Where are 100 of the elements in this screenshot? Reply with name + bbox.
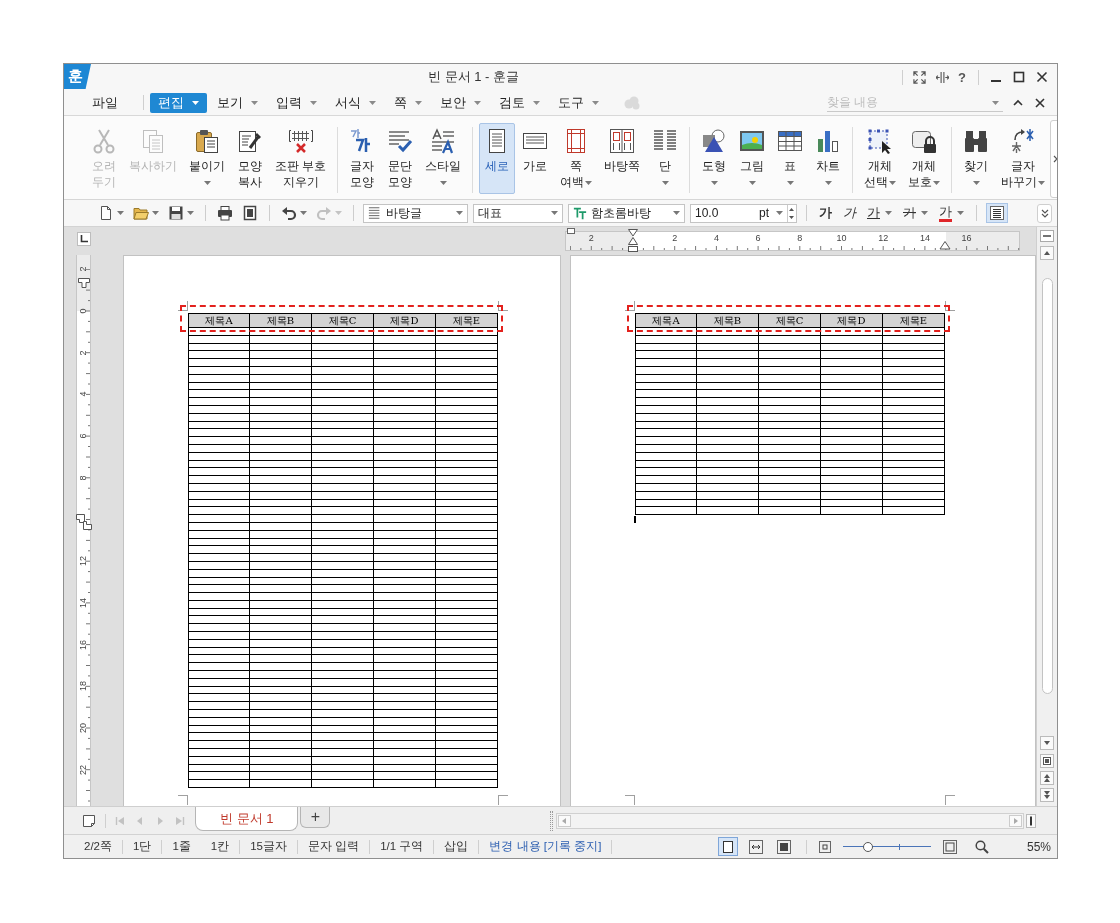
splitter-handle[interactable] <box>550 810 553 831</box>
crop-mark-icon <box>625 301 635 311</box>
paragraph-button[interactable] <box>986 203 1008 223</box>
status-text: 1줄 <box>171 838 192 854</box>
font-type-icon <box>573 206 587 220</box>
table-icon <box>777 128 804 154</box>
view-button[interactable] <box>717 837 738 856</box>
menu-tab[interactable]: 보기 <box>209 92 266 113</box>
split-bar-icon[interactable] <box>1026 813 1036 828</box>
menu-tab[interactable]: 도구 <box>550 92 607 113</box>
style-lines-icon <box>368 206 382 220</box>
indent-marker-icon[interactable] <box>627 229 639 253</box>
page-pen-icon <box>237 128 263 154</box>
font-color-button[interactable]: 가 <box>936 203 967 223</box>
ribbon-button[interactable]: 조판 부호 지우기 <box>270 123 332 194</box>
ribbon-button[interactable]: 차트 <box>810 123 847 194</box>
double-up-icon[interactable] <box>1040 771 1054 785</box>
document-tab[interactable]: 빈 문서 1 <box>195 807 299 831</box>
toolbar-expand-button[interactable] <box>1037 203 1052 223</box>
crop-mark-icon <box>178 301 188 311</box>
new-tab-button[interactable]: + <box>300 807 331 828</box>
minus-box-icon[interactable] <box>1040 230 1054 242</box>
ribbon-button[interactable]: 스타일 <box>420 123 467 194</box>
fullscreen-icon[interactable] <box>913 70 927 84</box>
header-cell: 제목C <box>312 313 374 328</box>
zoom-level[interactable]: 55% <box>1026 837 1051 856</box>
ribbon-button[interactable]: 그림 <box>734 123 771 194</box>
ribbon-button[interactable]: 모양 복사 <box>232 123 268 194</box>
scroll-down-icon[interactable] <box>1040 736 1054 750</box>
menu-tab[interactable]: 쪽 <box>386 92 430 113</box>
menu-tab[interactable]: 서식 <box>327 92 384 113</box>
crop-mark-icon <box>178 795 188 805</box>
corner-icon <box>80 235 88 243</box>
right-indent-marker-icon[interactable] <box>939 241 951 250</box>
double-down-icon[interactable] <box>1040 788 1054 802</box>
maximize-icon[interactable] <box>1013 71 1025 83</box>
ribbon-button[interactable]: 도형 <box>696 123 733 194</box>
track-changes-status[interactable]: 변경 내용 [기록 중지] <box>479 837 612 856</box>
scroll-thumb[interactable] <box>1041 278 1053 694</box>
ribbon-button[interactable]: 단 <box>647 123 684 194</box>
menu-tab[interactable]: 입력 <box>268 92 325 113</box>
table-marker-icon[interactable] <box>76 514 85 523</box>
split-arrows-icon[interactable] <box>936 70 950 84</box>
combo-box[interactable]: 함초롬바탕 <box>568 203 685 223</box>
ribbon-button[interactable]: 바탕쪽 <box>599 123 646 194</box>
bold-button[interactable]: 가 <box>816 203 835 223</box>
menu-tab[interactable]: 편집 <box>150 92 207 113</box>
ribbon-button[interactable]: 붙이기 <box>184 123 230 194</box>
ribbon-button[interactable]: 가로 <box>517 123 554 194</box>
spinner-arrows-icon[interactable] <box>787 204 796 222</box>
combo-box[interactable]: 대표 <box>473 203 563 223</box>
scroll-up-icon[interactable] <box>1040 246 1054 260</box>
strikethrough-button[interactable]: 가 <box>900 203 931 223</box>
bracket-x-icon <box>287 128 314 154</box>
copy-pages-icon <box>140 128 166 154</box>
page-box-icon[interactable] <box>1040 754 1054 768</box>
ruler-number: 18 <box>78 681 88 692</box>
menu-tab[interactable]: 보안 <box>432 92 489 113</box>
ruler-number: 8 <box>797 233 803 243</box>
ruler-number: 2 <box>78 350 88 356</box>
font-size-field[interactable]: 10.0 pt <box>690 203 797 223</box>
caret-icon <box>456 211 463 215</box>
chevron-up-icon[interactable] <box>1013 99 1023 106</box>
zoom-slider[interactable] <box>842 840 931 853</box>
indent-marker-icon[interactable] <box>78 278 90 288</box>
menu-tab[interactable]: 파일 <box>84 92 126 113</box>
slider-thumb[interactable] <box>863 841 874 852</box>
close-icon[interactable] <box>1035 97 1045 108</box>
header-cell: 제목E <box>436 313 498 328</box>
justify-lines-icon <box>990 206 1004 220</box>
ruler-number: 22 <box>78 764 88 775</box>
menu-tab[interactable]: 검토 <box>491 92 548 113</box>
italic-button[interactable]: 가 <box>840 203 859 223</box>
square-icon[interactable] <box>942 839 957 854</box>
square-in-square-icon[interactable] <box>818 840 831 853</box>
close-icon[interactable] <box>1036 71 1048 83</box>
ruler-number: 14 <box>78 597 88 608</box>
note-page-icon[interactable] <box>82 813 96 828</box>
crop-mark-icon <box>945 301 955 311</box>
help-button[interactable]: ? <box>958 70 966 84</box>
ribbon-button[interactable]: 글자 바꾸기 <box>996 123 1051 194</box>
ribbon-button[interactable]: 개체 보호 <box>903 123 946 194</box>
ribbon-button[interactable]: 글자 모양 <box>344 123 381 194</box>
underline-button[interactable]: 가 <box>864 203 895 223</box>
ribbon-button[interactable]: 쪽 여백 <box>555 123 598 194</box>
combo-box[interactable]: 바탕글 <box>363 203 468 223</box>
status-text: 1칸 <box>209 838 231 854</box>
app-logo[interactable]: 훈 <box>64 64 91 89</box>
ribbon-button[interactable]: 개체 선택 <box>859 123 902 194</box>
tab-type-button[interactable] <box>77 232 91 246</box>
margin-marker-icon[interactable] <box>567 228 575 234</box>
search-icon[interactable] <box>974 839 989 854</box>
clipboard-icon <box>194 128 220 154</box>
ribbon-button[interactable]: 찾기 <box>958 123 995 194</box>
ribbon-button[interactable]: 세로 <box>479 123 516 194</box>
table-marker-icon[interactable] <box>83 521 92 530</box>
window-title: 빈 문서 1 - 훈글 <box>428 68 519 87</box>
scissors-icon <box>91 128 117 154</box>
ribbon-button[interactable]: 표 <box>772 123 809 194</box>
ribbon-button[interactable]: 문단 모양 <box>382 123 419 194</box>
